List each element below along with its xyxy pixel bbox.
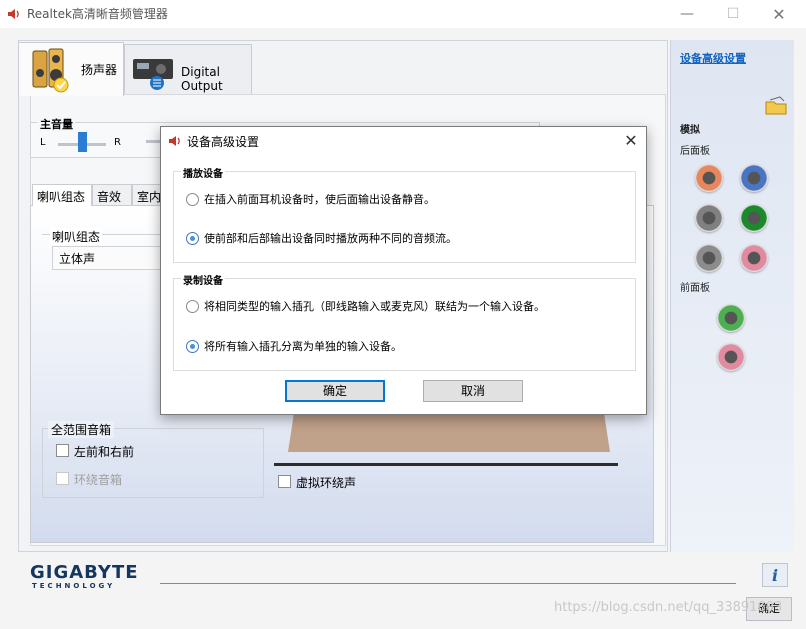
tab-sound-effects[interactable]: 音效 [92,184,132,206]
advanced-settings-dialog: 设备高级设置 ✕ 播放设备 在插入前面耳机设备时，使后面输出设备静音。 使前部和… [160,126,647,415]
close-button[interactable]: ✕ [756,0,802,28]
recording-title: 录制设备 [181,272,225,287]
dialog-title: 设备高级设置 [187,135,260,149]
connector-panel [670,40,794,556]
speaker-config-dropdown[interactable]: 立体声 [52,246,172,270]
brand-tagline: TECHNOLOGY [32,582,116,590]
playback-group [173,171,636,263]
tab-speakers[interactable]: 扬声器 [18,42,124,96]
back-jack-5[interactable] [695,244,723,272]
title-bar: Realtek高清晰音频管理器 — ☐ ✕ [0,0,806,28]
dialog-cancel-button[interactable]: 取消 [423,380,523,402]
speaker-icon [169,136,180,146]
maximize-button[interactable]: ☐ [710,0,756,28]
back-jack-3[interactable] [695,204,723,232]
minimize-button[interactable]: — [664,0,710,28]
window-title: Realtek高清晰音频管理器 [27,7,168,21]
tab-digital-output[interactable]: Digital Output [124,44,252,94]
speaker-config-label: 喇叭组态 [50,228,103,245]
tab-digital-output-label: Digital Output [181,65,223,93]
dialog-close-button[interactable]: ✕ [617,128,645,154]
virtual-surround-checkbox[interactable] [278,475,291,488]
back-jack-1[interactable] [695,164,723,192]
bottom-divider [160,583,736,584]
tab-speaker-config[interactable]: 喇叭组态 [32,184,92,206]
back-jack-2[interactable] [740,164,768,192]
dialog-ok-button[interactable]: 确定 [285,380,385,402]
playback-option-2-radio[interactable] [186,232,199,245]
speaker-stage-baseline [274,463,618,466]
surround-checkbox[interactable] [56,472,69,485]
recording-option-1-label: 将相同类型的输入插孔（即线路输入或麦克风）联结为一个输入设备。 [204,300,545,313]
fullrange-title: 全范围音箱 [48,421,115,438]
back-jack-6[interactable] [740,244,768,272]
analog-label: 模拟 [680,125,700,136]
balance-slider-thumb[interactable] [78,132,87,152]
recording-option-2-label: 将所有输入插孔分离为单独的输入设备。 [204,340,402,353]
front-jack-1[interactable] [717,304,745,332]
front-jack-2[interactable] [717,343,745,371]
speaker-icon [8,9,19,19]
playback-option-1-label: 在插入前面耳机设备时，使后面输出设备静音。 [204,193,435,206]
front-lr-label: 左前和右前 [74,445,135,459]
playback-title: 播放设备 [181,165,225,180]
surround-label: 环绕音箱 [74,473,123,487]
digital-output-icon [133,59,173,90]
virtual-surround-label: 虚拟环绕声 [296,476,357,490]
advanced-settings-link[interactable]: 设备高级设置 [680,50,746,66]
front-panel-label: 前面板 [680,283,710,294]
brand-logo: GIGABYTE [30,562,139,583]
back-panel-label: 后面板 [680,146,710,157]
balance-right-label: R [114,137,121,148]
front-lr-checkbox[interactable] [56,444,69,457]
main-volume-title: 主音量 [38,116,75,132]
info-icon-glyph: i [772,566,778,585]
speakers-icon [32,48,69,93]
watermark-text: https://blog.csdn.net/qq_33891603 [554,600,783,615]
playback-option-1-radio[interactable] [186,193,199,206]
tab-room-correction[interactable]: 室内 [132,184,162,206]
back-jack-4[interactable] [740,204,768,232]
playback-option-2-label: 使前部和后部输出设备同时播放两种不同的音频流。 [204,232,457,245]
tab-speakers-label: 扬声器 [81,63,118,77]
recording-option-2-radio[interactable] [186,340,199,353]
info-button[interactable]: i [762,563,788,587]
speaker-stage-floor [288,410,610,452]
recording-group [173,278,636,371]
info-icon: i [772,566,778,585]
folder-icon[interactable] [764,96,788,116]
balance-left-label: L [40,137,46,148]
recording-option-1-radio[interactable] [186,300,199,313]
